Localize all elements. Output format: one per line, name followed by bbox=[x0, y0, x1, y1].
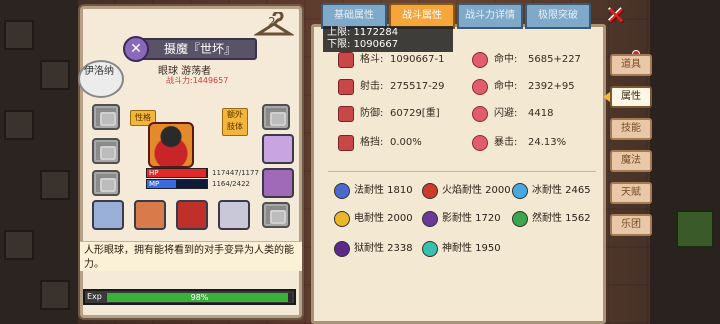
side-tab-attributes[interactable]: 属性 bbox=[603, 86, 652, 108]
crit-icon bbox=[472, 135, 488, 151]
target-icon bbox=[472, 52, 488, 68]
stat-value: 5685+227 bbox=[528, 54, 581, 65]
background-stone bbox=[4, 20, 34, 50]
bow-icon bbox=[338, 79, 354, 95]
stat-label: 射击: bbox=[360, 81, 384, 92]
equipped-item-icon[interactable] bbox=[134, 200, 166, 230]
background-stone bbox=[40, 280, 70, 310]
background-stone bbox=[40, 60, 70, 90]
stat-value: 4418 bbox=[528, 108, 554, 119]
hero-power: 战斗力:1449657 bbox=[166, 76, 229, 85]
lower-limit: 下限: 1090667 bbox=[327, 39, 399, 50]
equipped-item-icon[interactable] bbox=[262, 168, 294, 198]
resistance-value: 火焰耐性 2000 bbox=[442, 185, 511, 196]
hp-track: HP bbox=[146, 168, 208, 178]
divider bbox=[328, 171, 596, 172]
mp-value: 1164/2422 bbox=[212, 180, 250, 188]
hp-value: 117447/1177 bbox=[212, 169, 259, 177]
tab-limit-break[interactable]: 极限突破 bbox=[525, 3, 591, 29]
stat-value: 0.00% bbox=[390, 137, 422, 148]
stat-label: 闪避: bbox=[494, 108, 518, 119]
hero-description: 人形眼球，拥有能将看到的对手变异为人类的能力。 bbox=[80, 241, 302, 271]
stat-value: 275517-29 bbox=[390, 81, 445, 92]
stat-value: 1090667-1 bbox=[390, 54, 445, 65]
stat-value: 60729[重] bbox=[390, 108, 440, 119]
avatar[interactable]: 伊洛纳 bbox=[78, 60, 124, 98]
side-tab-talent[interactable]: 天赋 bbox=[610, 182, 652, 204]
side-tab-items[interactable]: 道具 bbox=[610, 54, 652, 76]
resistance-icon bbox=[512, 211, 528, 227]
equipment-slot[interactable] bbox=[262, 104, 290, 130]
resistance-value: 影耐性 1720 bbox=[442, 213, 501, 224]
stat-label: 格斗: bbox=[360, 54, 384, 65]
equipment-slot[interactable] bbox=[262, 202, 290, 228]
wardrobe-hanger-icon[interactable]: 2 bbox=[254, 12, 294, 40]
resistance-icon bbox=[334, 241, 350, 257]
target-icon bbox=[472, 79, 488, 95]
resistance-value: 电耐性 2000 bbox=[354, 213, 413, 224]
resistance-value: 冰耐性 2465 bbox=[532, 185, 591, 196]
hero-sprite bbox=[148, 122, 194, 168]
exp-bar: Exp 98% bbox=[83, 289, 296, 305]
dodge-icon bbox=[472, 106, 488, 122]
stats-panel bbox=[311, 24, 606, 324]
side-tab-skills[interactable]: 技能 bbox=[610, 118, 652, 140]
equipped-item-icon[interactable] bbox=[262, 134, 294, 164]
equipment-slot[interactable] bbox=[92, 170, 120, 196]
background-stone bbox=[4, 110, 34, 140]
background-right bbox=[650, 0, 720, 324]
stat-label: 命中: bbox=[494, 81, 518, 92]
hp-label: HP bbox=[149, 169, 159, 177]
equipment-slot[interactable] bbox=[92, 104, 120, 130]
resistance-icon bbox=[334, 211, 350, 227]
background-left bbox=[0, 0, 78, 324]
upper-limit: 上限: 1172284 bbox=[327, 27, 399, 38]
resistance-icon bbox=[422, 211, 438, 227]
stat-value: 2392+95 bbox=[528, 81, 575, 92]
equipped-item-icon[interactable] bbox=[176, 200, 208, 230]
background-stone bbox=[40, 170, 70, 200]
block-icon bbox=[338, 135, 354, 151]
mp-track: MP bbox=[146, 179, 208, 189]
svg-text:2: 2 bbox=[268, 15, 276, 29]
exp-label: Exp bbox=[87, 292, 102, 301]
shield-icon bbox=[338, 106, 354, 122]
stat-label: 命中: bbox=[494, 54, 518, 65]
exp-track: 98% bbox=[107, 293, 292, 302]
tab-power-details[interactable]: 战斗力详情 bbox=[457, 3, 523, 29]
exp-percent: 98% bbox=[190, 293, 209, 302]
resistance-value: 然耐性 1562 bbox=[532, 213, 591, 224]
damage-range-tooltip: 上限: 1172284 下限: 1090667 bbox=[323, 26, 453, 52]
resistance-value: 法耐性 1810 bbox=[354, 185, 413, 196]
hero-name: 摄魔『世坏』 bbox=[163, 42, 236, 56]
resistance-value: 狱耐性 2338 bbox=[354, 243, 413, 254]
resistance-icon bbox=[334, 183, 350, 199]
equipped-item-icon[interactable] bbox=[92, 200, 124, 230]
stat-value: 24.13% bbox=[528, 137, 567, 148]
mp-label: MP bbox=[149, 180, 160, 188]
stat-label: 暴击: bbox=[494, 137, 518, 148]
background-stone bbox=[4, 230, 34, 260]
resistance-icon bbox=[422, 183, 438, 199]
stat-label: 格挡: bbox=[360, 137, 384, 148]
side-tab-band[interactable]: 乐团 bbox=[610, 214, 652, 236]
tag-extra-limbs[interactable]: 额外肢体 bbox=[222, 108, 248, 136]
resistance-icon bbox=[512, 183, 528, 199]
class-icon: ✕ bbox=[123, 36, 149, 62]
close-icon[interactable]: ✕ bbox=[604, 4, 628, 28]
stat-label: 防御: bbox=[360, 108, 384, 119]
equipment-slot[interactable] bbox=[92, 138, 120, 164]
resistance-icon bbox=[422, 241, 438, 257]
fist-icon bbox=[338, 52, 354, 68]
side-tab-magic[interactable]: 魔法 bbox=[610, 150, 652, 172]
resistance-value: 神耐性 1950 bbox=[442, 243, 501, 254]
equipped-item-icon[interactable] bbox=[218, 200, 250, 230]
hero-name-plate: ✕ 摄魔『世坏』 bbox=[123, 36, 257, 62]
background-tile bbox=[676, 210, 714, 248]
